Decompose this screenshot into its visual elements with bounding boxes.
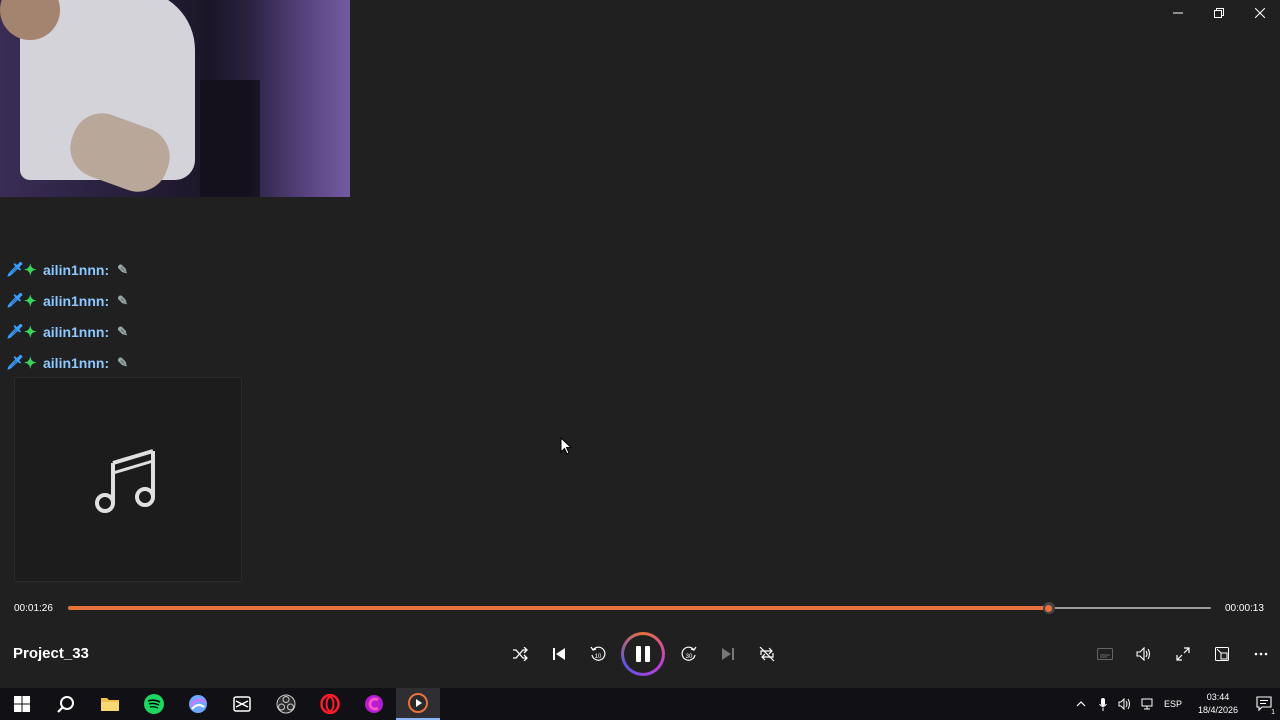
chat-message: 🗡 ✦ ailin1nnn: ✎ [6,285,128,316]
mini-player-button[interactable] [1202,634,1241,674]
shuffle-button[interactable] [500,634,539,674]
file-explorer-button[interactable] [88,688,132,720]
forward-30-icon: 30 [681,646,696,661]
captions-button[interactable] [1085,634,1124,674]
secondary-controls [1085,634,1280,674]
volume-button[interactable] [1124,634,1163,674]
spotify-icon [144,694,164,714]
spotify-button[interactable] [132,688,176,720]
forward-button[interactable]: 30 [669,634,708,674]
music-note-icon [95,448,155,513]
rewind-10-icon: 10 [590,646,605,661]
sparkle-badge-icon: ✦ [24,323,37,341]
canva-icon [365,695,383,713]
search-icon [57,696,74,713]
more-options-button[interactable] [1241,634,1280,674]
repeat-button[interactable] [747,634,786,674]
network-icon[interactable] [1136,688,1158,720]
notifications-button[interactable]: 1 [1248,688,1280,720]
clock[interactable]: 03:44 18/4/2026 [1188,691,1248,717]
clock-time: 03:44 [1206,692,1230,702]
folder-icon [101,698,119,711]
chevron-up-icon[interactable] [1070,688,1092,720]
next-icon [721,648,734,660]
pause-icon [636,646,650,662]
elapsed-time: 00:01:26 [14,603,53,614]
taskbar: ESP 03:44 18/4/2026 1 [0,688,1280,720]
microphone-icon[interactable] [1092,688,1114,720]
notification-count: 1 [1270,709,1276,716]
pause-button[interactable] [621,632,665,676]
remaining-time: 00:00:13 [1225,603,1264,614]
fullscreen-button[interactable] [1163,634,1202,674]
window-controls [1157,0,1280,26]
expand-icon [1175,647,1190,661]
chat-username: ailin1nnn: [43,323,110,340]
chat-overlay: 🗡 ✦ ailin1nnn: ✎ 🗡 ✦ ailin1nnn: ✎ 🗡 ✦ ai… [6,254,128,378]
search-button[interactable] [44,688,88,720]
browser-app-button[interactable] [176,688,220,720]
sword-badge-icon: 🗡 [6,292,24,308]
restore-icon[interactable] [1198,0,1239,26]
volume-icon [1135,647,1150,661]
playback-controls: 10 30 [500,632,786,676]
seek-progress [68,606,1049,610]
windows-start-button[interactable] [0,688,44,720]
album-art [14,377,242,582]
capcut-button[interactable] [220,688,264,720]
captions-icon [1096,648,1113,660]
svg-text:10: 10 [594,654,601,660]
seek-bar[interactable] [68,602,1211,614]
previous-icon [552,648,565,660]
sword-badge-icon: 🗡 [6,354,24,370]
obs-button[interactable] [264,688,308,720]
swirl-app-icon [189,695,207,713]
windows-logo-icon [14,696,30,712]
seek-thumb[interactable] [1042,602,1055,614]
chat-message: 🗡 ✦ ailin1nnn: ✎ [6,316,128,347]
feather-emote-icon: ✎ [117,261,129,277]
media-player-taskbar-button[interactable] [396,688,440,720]
sparkle-badge-icon: ✦ [24,354,37,372]
previous-button[interactable] [539,634,578,674]
repeat-off-icon [759,646,774,662]
system-tray: ESP 03:44 18/4/2026 1 [1070,688,1280,720]
chat-username: ailin1nnn: [43,292,110,309]
sparkle-badge-icon: ✦ [24,292,37,310]
chat-message: 🗡 ✦ ailin1nnn: ✎ [6,347,128,378]
song-title: Project_33 [13,645,89,662]
obs-icon [276,694,296,714]
next-button[interactable] [708,634,747,674]
sword-badge-icon: 🗡 [6,323,24,339]
webcam-overlay [0,0,350,197]
feather-emote-icon: ✎ [117,323,129,339]
capcut-icon [233,696,251,712]
close-icon[interactable] [1239,0,1280,26]
canva-button[interactable] [352,688,396,720]
more-icon [1254,652,1267,656]
feather-emote-icon: ✎ [117,292,129,308]
opera-button[interactable] [308,688,352,720]
minimize-icon[interactable] [1157,0,1198,26]
chat-username: ailin1nnn: [43,354,110,371]
shuffle-icon [512,647,528,661]
mini-player-icon [1214,647,1229,661]
language-indicator[interactable]: ESP [1158,699,1188,709]
chat-username: ailin1nnn: [43,261,110,278]
mouse-cursor-icon [560,437,572,455]
sparkle-badge-icon: ✦ [24,261,37,279]
feather-emote-icon: ✎ [117,354,129,370]
opera-icon [320,694,340,714]
chat-message: 🗡 ✦ ailin1nnn: ✎ [6,254,128,285]
sword-badge-icon: 🗡 [6,261,24,277]
media-player-window: 🗡 ✦ ailin1nnn: ✎ 🗡 ✦ ailin1nnn: ✎ 🗡 ✦ ai… [0,0,1280,688]
clock-date: 18/4/2026 [1197,705,1239,715]
media-player-icon [408,693,428,713]
speaker-icon[interactable] [1114,688,1136,720]
svg-text:30: 30 [685,654,692,660]
rewind-button[interactable]: 10 [578,634,617,674]
